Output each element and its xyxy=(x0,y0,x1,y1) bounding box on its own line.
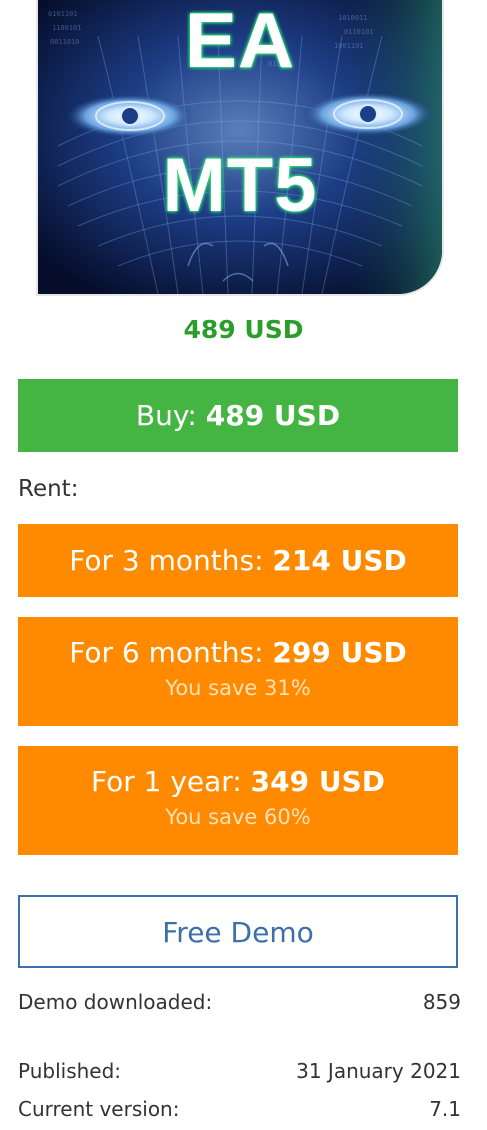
demo-downloads-label: Demo downloaded: xyxy=(18,990,213,1014)
free-demo-button[interactable]: Free Demo xyxy=(18,895,458,968)
rent-option-savings: You save 60% xyxy=(165,805,311,829)
rent-option-prefix: For 6 months: xyxy=(69,636,273,669)
buy-button[interactable]: Buy: 489 USD xyxy=(18,379,458,452)
rent-option-main: For 1 year: 349 USD xyxy=(18,764,458,800)
rent-option-prefix: For 1 year: xyxy=(90,765,251,798)
published-label: Published: xyxy=(18,1059,122,1083)
rent-option-prefix: For 3 months: xyxy=(69,544,273,577)
rent-option-amount: 349 USD xyxy=(250,765,386,798)
published-row: Published: 31 January 2021 xyxy=(18,1059,461,1083)
rent-label: Rent: xyxy=(18,476,79,502)
rent-option-main: For 6 months: 299 USD xyxy=(18,635,458,671)
rent-option-amount: 214 USD xyxy=(272,544,407,577)
rent-6-months-button[interactable]: For 6 months: 299 USD You save 31% xyxy=(18,617,458,726)
product-image[interactable]: 0101101 1100101 0011010 1010011 0110101 … xyxy=(38,0,442,294)
demo-downloads-row: Demo downloaded: 859 xyxy=(18,990,461,1014)
rent-3-months-button[interactable]: For 3 months: 214 USD xyxy=(18,524,458,597)
demo-downloads-value: 859 xyxy=(422,990,461,1014)
image-title-line1: EA xyxy=(184,0,296,84)
buy-button-amount: 489 USD xyxy=(205,399,341,432)
rent-option-savings: You save 31% xyxy=(165,676,311,700)
product-price: 489 USD xyxy=(183,315,304,344)
current-version-label: Current version: xyxy=(18,1097,180,1121)
current-version-value: 7.1 xyxy=(429,1097,461,1121)
buy-button-prefix: Buy: xyxy=(135,399,206,432)
published-value: 31 January 2021 xyxy=(296,1059,461,1083)
current-version-row: Current version: 7.1 xyxy=(18,1097,461,1121)
rent-option-amount: 299 USD xyxy=(272,636,407,669)
image-title-line2: MT5 xyxy=(162,143,318,228)
rent-1-year-button[interactable]: For 1 year: 349 USD You save 60% xyxy=(18,746,458,855)
